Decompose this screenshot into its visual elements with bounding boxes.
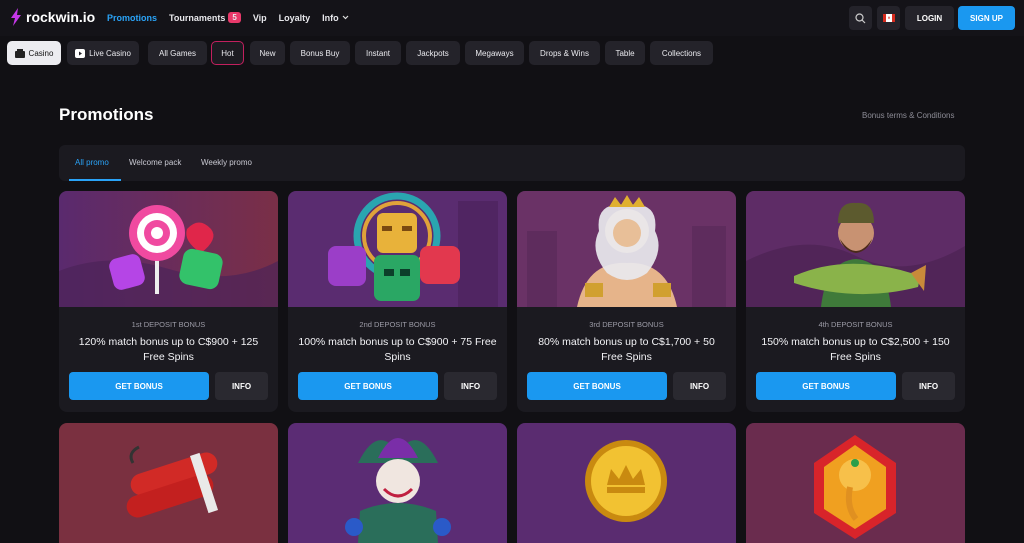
canada-flag-icon	[882, 14, 895, 22]
promo-card: 3rd DEPOSIT BONUS 80% match bonus up to …	[517, 191, 736, 412]
chevron-down-icon	[342, 15, 349, 20]
tab-weekly-promo[interactable]: Weekly promo	[201, 158, 252, 167]
promo-card	[288, 423, 507, 543]
fisherman-icon	[746, 191, 965, 307]
promo-label: 2nd DEPOSIT BONUS	[359, 320, 436, 329]
category-bar: Casino Live Casino All Games Hot New Bon…	[0, 40, 1024, 66]
category-live-casino[interactable]: Live Casino	[67, 41, 139, 65]
get-bonus-button[interactable]: GET BONUS	[69, 372, 209, 400]
nav-vip[interactable]: Vip	[253, 12, 267, 23]
category-new[interactable]: New	[250, 41, 285, 65]
category-all-games[interactable]: All Games	[148, 41, 207, 65]
dynamite-icon	[59, 423, 278, 543]
get-bonus-button[interactable]: GET BONUS	[298, 372, 438, 400]
tab-all-promo[interactable]: All promo	[75, 158, 109, 167]
promo-label: 3rd DEPOSIT BONUS	[589, 320, 664, 329]
category-casino-label: Casino	[28, 48, 54, 58]
promo-card: 1st DEPOSIT BONUS 120% match bonus up to…	[59, 191, 278, 412]
joker-icon	[288, 423, 507, 543]
promo-label: 1st DEPOSIT BONUS	[131, 320, 206, 329]
info-button[interactable]: INFO	[673, 372, 726, 400]
get-bonus-button[interactable]: GET BONUS	[756, 372, 896, 400]
promo-card	[59, 423, 278, 543]
info-button[interactable]: INFO	[902, 372, 955, 400]
tab-welcome-pack[interactable]: Welcome pack	[129, 158, 181, 167]
get-bonus-button[interactable]: GET BONUS	[527, 372, 667, 400]
info-button[interactable]: INFO	[444, 372, 497, 400]
brand-name: rockwin.io	[26, 9, 96, 25]
brand-logo[interactable]: rockwin.io	[10, 8, 95, 26]
promo-tabs: All promo Welcome pack Weekly promo	[59, 145, 965, 181]
ganesha-icon	[746, 423, 965, 543]
category-jackpots[interactable]: Jackpots	[406, 41, 460, 65]
bonus-terms-link[interactable]: Bonus terms & Conditions	[862, 111, 955, 120]
category-drops-wins[interactable]: Drops & Wins	[529, 41, 600, 65]
search-button[interactable]	[849, 6, 872, 30]
promo-card	[517, 423, 736, 543]
play-icon	[75, 48, 86, 58]
nav-tournaments-label: Tournaments	[169, 12, 226, 23]
category-bonus-buy[interactable]: Bonus Buy	[290, 41, 350, 65]
page-title: Promotions	[59, 105, 154, 124]
top-header: rockwin.io Promotions Tournaments 5 Vip L…	[0, 0, 1024, 36]
category-casino[interactable]: Casino	[7, 41, 61, 65]
search-icon	[855, 12, 866, 23]
nav-info-label: Info	[322, 12, 339, 23]
active-tab-indicator	[69, 179, 121, 181]
language-selector[interactable]	[877, 6, 900, 30]
promo-card	[746, 423, 965, 543]
category-collections[interactable]: Collections	[650, 41, 713, 65]
promo-offer: 100% match bonus up to C$900 + 75 Free S…	[298, 336, 497, 363]
nav-promotions[interactable]: Promotions	[107, 12, 157, 23]
gold-coin-icon	[517, 423, 736, 543]
promo-offer: 150% match bonus up to C$2,500 + 150 Fre…	[761, 336, 950, 363]
promo-card: 2nd DEPOSIT BONUS 100% match bonus up to…	[288, 191, 507, 412]
candy-icon	[59, 191, 278, 307]
main-nav: Promotions Tournaments 5 Vip Loyalty Info	[107, 12, 349, 23]
info-button[interactable]: INFO	[215, 372, 268, 400]
zeus-icon	[517, 191, 736, 307]
promo-offer: 80% match bonus up to C$1,700 + 50 Free …	[538, 336, 715, 363]
casino-icon	[14, 48, 25, 58]
login-button[interactable]: LOGIN	[905, 6, 954, 30]
signup-button[interactable]: SIGN UP	[958, 6, 1015, 30]
category-live-casino-label: Live Casino	[89, 48, 131, 58]
lightning-icon	[11, 8, 21, 26]
category-megaways[interactable]: Megaways	[465, 41, 524, 65]
promo-offer: 120% match bonus up to C$900 + 125 Free …	[78, 336, 259, 363]
nav-tournaments[interactable]: Tournaments 5	[169, 12, 241, 23]
category-table[interactable]: Table	[605, 41, 645, 65]
promo-card: 4th DEPOSIT BONUS 150% match bonus up to…	[746, 191, 965, 412]
promo-label: 4th DEPOSIT BONUS	[818, 320, 893, 329]
aztec-mask-icon	[288, 191, 507, 307]
category-instant[interactable]: Instant	[355, 41, 401, 65]
tournaments-count-badge: 5	[228, 12, 241, 23]
nav-loyalty[interactable]: Loyalty	[279, 12, 311, 23]
category-hot[interactable]: Hot	[211, 41, 244, 65]
nav-info[interactable]: Info	[322, 12, 349, 23]
